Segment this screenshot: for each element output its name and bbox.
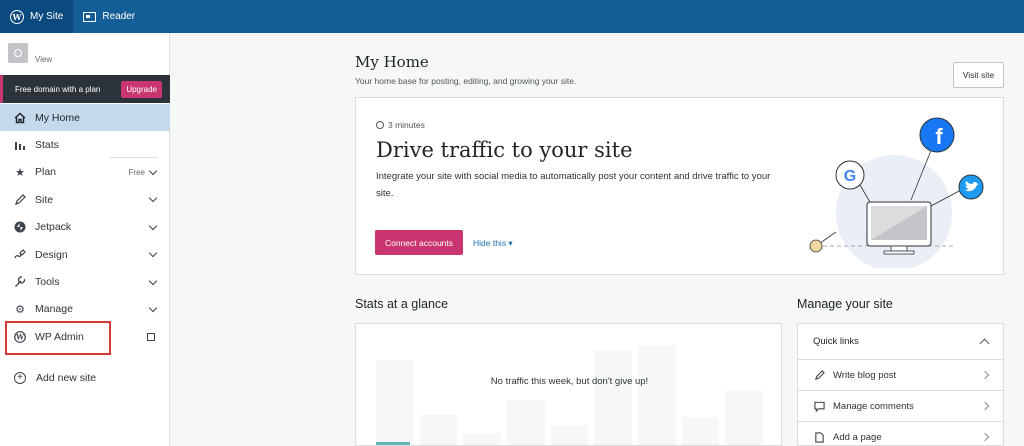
chevron-down-icon bbox=[148, 303, 158, 313]
home-icon bbox=[14, 112, 26, 124]
quick-links-card: Quick links Write blog post Manage comme… bbox=[797, 323, 1004, 446]
quick-link-label: Write blog post bbox=[833, 369, 897, 381]
stats-placeholder-chart bbox=[356, 345, 781, 445]
external-link-icon bbox=[147, 332, 155, 341]
site-view-link[interactable]: View bbox=[35, 55, 52, 64]
sidebar-item-label: Manage bbox=[35, 303, 73, 316]
design-icon bbox=[14, 248, 26, 261]
sidebar-item-label: Tools bbox=[35, 276, 60, 289]
sidebar-item-label: Design bbox=[35, 248, 68, 261]
chevron-down-icon bbox=[148, 194, 158, 203]
plus-circle-icon: + bbox=[14, 372, 26, 384]
page-title: My Home bbox=[355, 53, 429, 71]
my-site-button[interactable]: W My Site bbox=[0, 0, 74, 33]
chevron-down-icon bbox=[148, 276, 158, 285]
stats-tab-indicator bbox=[376, 442, 410, 445]
task-description: Integrate your site with social media to… bbox=[376, 171, 771, 199]
promo-text: Free domain with a plan bbox=[15, 84, 101, 94]
task-duration: 3 minutes bbox=[376, 120, 425, 130]
sidebar-item-jetpack[interactable]: Jetpack bbox=[0, 214, 170, 241]
quick-link-manage-comments[interactable]: Manage comments bbox=[798, 391, 1003, 422]
top-bar: W My Site Reader bbox=[0, 0, 1024, 33]
stats-section-title: Stats at a glance bbox=[355, 297, 449, 311]
chevron-up-icon bbox=[979, 338, 990, 349]
chevron-down-icon bbox=[148, 166, 158, 176]
sidebar-item-label: Plan bbox=[35, 166, 57, 179]
task-card: 3 minutes Drive traffic to your site Int… bbox=[355, 97, 1004, 275]
hide-this-link[interactable]: Hide this ▾ bbox=[473, 238, 513, 249]
connect-accounts-button[interactable]: Connect accounts bbox=[375, 230, 463, 255]
task-title: Drive traffic to your site bbox=[376, 138, 633, 162]
social-illustration: G f bbox=[809, 117, 984, 268]
quick-link-label: Manage comments bbox=[833, 400, 914, 412]
sidebar-item-label: My Home bbox=[35, 111, 80, 124]
clock-icon bbox=[376, 121, 384, 129]
chevron-right-icon bbox=[980, 401, 990, 411]
visit-site-button[interactable]: Visit site bbox=[953, 62, 1004, 88]
chevron-down-icon bbox=[148, 248, 158, 258]
reader-button[interactable]: Reader bbox=[73, 0, 145, 33]
sidebar: View Free domain with a plan Upgrade My … bbox=[0, 33, 170, 446]
star-icon: ★ bbox=[15, 166, 25, 179]
wordpress-icon: W bbox=[10, 9, 24, 24]
wrench-icon bbox=[14, 276, 26, 288]
sidebar-item-label: Jetpack bbox=[35, 221, 72, 234]
gear-icon: ⚙ bbox=[15, 303, 25, 316]
plan-badge: Free bbox=[128, 167, 145, 177]
promo-banner[interactable]: Free domain with a plan Upgrade bbox=[0, 75, 170, 103]
stats-icon bbox=[14, 139, 26, 151]
chevron-right-icon bbox=[980, 432, 990, 442]
sidebar-item-my-home[interactable]: My Home bbox=[0, 104, 170, 132]
my-site-label: My Site bbox=[30, 11, 64, 22]
duration-text: 3 minutes bbox=[388, 120, 425, 130]
chevron-right-icon bbox=[980, 370, 990, 380]
sidebar-nav: My Home Stats ★ Plan Free Site Jetpack D… bbox=[0, 104, 170, 351]
sidebar-item-manage[interactable]: ⚙ Manage bbox=[0, 296, 170, 323]
pencil-icon bbox=[14, 194, 26, 206]
quick-link-add-page[interactable]: Add a page bbox=[798, 422, 1003, 445]
quick-links-title: Quick links bbox=[813, 336, 859, 347]
sidebar-item-site[interactable]: Site bbox=[0, 186, 170, 213]
wp-admin-highlight bbox=[5, 321, 111, 355]
sidebar-item-label: Site bbox=[35, 193, 54, 206]
page-icon bbox=[813, 431, 825, 443]
sidebar-item-design[interactable]: Design bbox=[0, 241, 170, 268]
manage-section-title: Manage your site bbox=[797, 297, 893, 311]
sidebar-item-tools[interactable]: Tools bbox=[0, 268, 170, 295]
svg-text:G: G bbox=[844, 168, 856, 185]
add-new-site-button[interactable]: + Add new site bbox=[0, 365, 96, 391]
reader-label: Reader bbox=[102, 11, 136, 22]
pencil-icon bbox=[813, 369, 825, 381]
site-header[interactable]: View bbox=[8, 43, 52, 64]
site-icon bbox=[8, 43, 28, 63]
add-site-label: Add new site bbox=[36, 372, 97, 384]
page-subtitle: Your home base for posting, editing, and… bbox=[355, 76, 577, 86]
quick-links-header[interactable]: Quick links bbox=[798, 324, 1003, 360]
quick-link-label: Add a page bbox=[833, 431, 882, 443]
divider bbox=[110, 156, 158, 158]
stats-empty-message: No traffic this week, but don't give up! bbox=[490, 376, 649, 387]
quick-link-write-post[interactable]: Write blog post bbox=[798, 360, 1003, 391]
svg-text:f: f bbox=[935, 124, 943, 149]
jetpack-icon bbox=[14, 221, 26, 233]
reader-icon bbox=[83, 11, 97, 22]
sidebar-item-label: Stats bbox=[35, 139, 59, 152]
sidebar-item-stats[interactable]: Stats bbox=[0, 131, 170, 158]
comment-icon bbox=[813, 401, 825, 412]
upgrade-button[interactable]: Upgrade bbox=[121, 80, 162, 98]
stats-card: No traffic this week, but don't give up! bbox=[355, 323, 782, 446]
chevron-down-icon bbox=[148, 221, 158, 230]
sidebar-item-plan[interactable]: ★ Plan Free bbox=[0, 156, 170, 186]
